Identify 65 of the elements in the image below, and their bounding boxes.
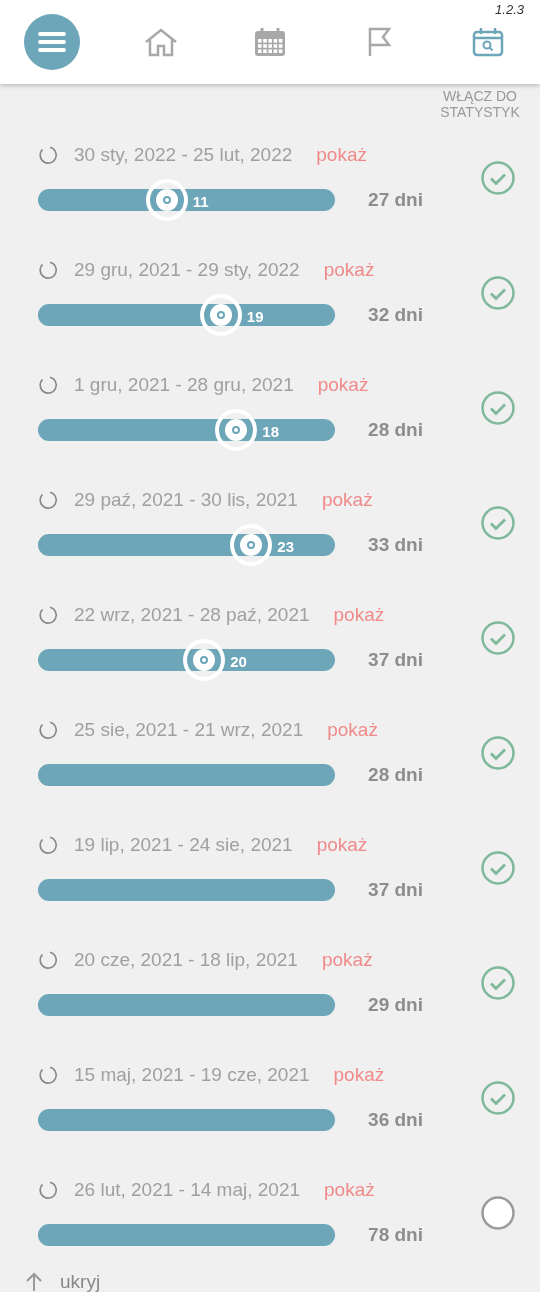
spinner-icon (38, 145, 58, 166)
show-link[interactable]: pokaż (321, 486, 373, 515)
spinner-icon (38, 1180, 58, 1201)
date-range: 15 maj, 2021 - 19 cze, 2021 (74, 1063, 310, 1087)
spinner-icon (38, 835, 58, 856)
date-range: 29 paź, 2021 - 30 lis, 2021 (74, 488, 298, 512)
include-checkbox[interactable] (480, 159, 516, 196)
day-number: 23 (277, 536, 294, 557)
calendar-search-icon (472, 27, 504, 57)
include-checkbox[interactable] (480, 849, 516, 886)
include-checkbox[interactable] (480, 619, 516, 656)
cycle-length: 32 dni (367, 302, 423, 327)
day-number: 18 (262, 421, 280, 442)
date-range: 1 gru, 2021 - 28 gru, 2021 (74, 373, 294, 397)
cycle-length: 37 dni (367, 877, 423, 902)
day-number: 19 (246, 306, 264, 327)
hide-link[interactable]: ukryj (60, 1268, 101, 1292)
show-link[interactable]: pokaż (316, 141, 367, 170)
date-range: 20 cze, 2021 - 18 lip, 2021 (74, 948, 298, 972)
spinner-icon (38, 490, 58, 511)
up-arrow-icon (24, 1272, 44, 1292)
date-range: 22 wrz, 2021 - 28 paź, 2021 (74, 603, 310, 627)
spinner-icon (38, 950, 58, 971)
include-checkbox[interactable] (480, 1194, 516, 1231)
cycle-length: 29 dni (367, 992, 423, 1017)
include-checkbox[interactable] (480, 389, 516, 426)
cycle-length: 36 dni (367, 1107, 423, 1132)
cycle-length: 33 dni (367, 532, 423, 557)
menu-icon (37, 30, 67, 54)
show-link[interactable]: pokaż (327, 716, 378, 745)
home-icon (143, 27, 179, 57)
spinner-icon (38, 720, 58, 741)
cycle-length: 78 dni (367, 1222, 423, 1247)
calendar-icon (254, 27, 286, 57)
cycle-length: 27 dni (367, 187, 423, 212)
version-label: 1.2.3 (495, 1, 524, 19)
day-number: 20 (230, 651, 247, 672)
cycle-length: 28 dni (367, 417, 423, 442)
date-range: 19 lip, 2021 - 24 sie, 2021 (74, 833, 293, 857)
show-link[interactable]: pokaż (321, 946, 373, 975)
include-checkbox[interactable] (480, 274, 516, 311)
cycle-length: 37 dni (367, 647, 423, 672)
date-range: 30 sty, 2022 - 25 lut, 2022 (74, 143, 293, 167)
spinner-icon (38, 375, 58, 396)
show-link[interactable]: pokaż (316, 831, 368, 860)
date-range: 29 gru, 2021 - 29 sty, 2022 (74, 258, 300, 282)
day-number: 11 (192, 191, 209, 212)
show-link[interactable]: pokaż (324, 1176, 375, 1205)
column-header: WŁĄCZ DO STATYSTYK (439, 88, 521, 120)
cycle-length: 28 dni (367, 762, 423, 787)
date-range: 26 lut, 2021 - 14 maj, 2021 (74, 1178, 301, 1202)
date-range: 25 sie, 2021 - 21 wrz, 2021 (74, 718, 304, 742)
spinner-icon (38, 1065, 58, 1086)
include-checkbox[interactable] (480, 1079, 516, 1116)
show-link[interactable]: pokaż (323, 256, 375, 285)
flag-icon (366, 27, 392, 57)
spinner-icon (38, 605, 58, 626)
menu-button[interactable] (24, 14, 80, 70)
show-link[interactable]: pokaż (317, 371, 369, 400)
show-link[interactable]: pokaż (333, 601, 385, 630)
show-link[interactable]: pokaż (333, 1061, 385, 1090)
spinner-icon (38, 260, 58, 281)
include-checkbox[interactable] (480, 504, 516, 541)
include-checkbox[interactable] (480, 964, 516, 1001)
include-checkbox[interactable] (480, 734, 516, 771)
